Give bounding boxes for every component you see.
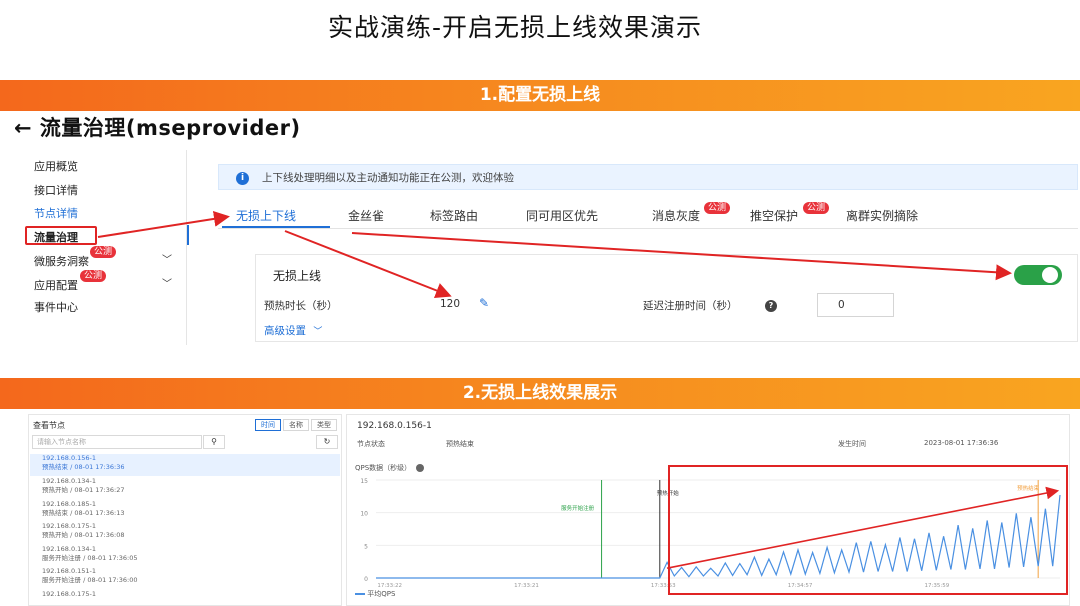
section2-banner: 2.无损上线效果展示 [0, 378, 1080, 409]
refresh-icon[interactable]: ↻ [316, 435, 338, 449]
list-item[interactable]: 192.168.0.185-1 预热结束 / 08-01 17:36:13 [30, 500, 340, 522]
list-item[interactable]: 192.168.0.151-1 服务开始注册 / 08-01 17:36:00 [30, 567, 340, 589]
node-search-input[interactable]: 请输入节点名称 [32, 435, 202, 449]
list-item[interactable]: 192.168.0.156-1 预热结束 / 08-01 17:36:36 [30, 454, 340, 476]
time-key: 发生时间 [838, 440, 866, 448]
arrow-to-tab [97, 210, 230, 238]
list-item[interactable]: 192.168.0.175-1 预热开始 / 08-01 17:36:08 [30, 522, 340, 544]
list-item[interactable]: 192.168.0.175-1 [30, 590, 340, 604]
y-tick-label: 0 [364, 576, 368, 583]
list-item[interactable]: 192.168.0.134-1 预热开始 / 08-01 17:36:27 [30, 477, 340, 499]
search-icon[interactable]: ⚲ [203, 435, 225, 449]
status-key: 节点状态 [357, 440, 385, 448]
segment-type[interactable]: 类型 [311, 419, 337, 431]
legend-swatch [355, 593, 365, 595]
legend-label: 平均QPS [367, 590, 396, 598]
marker-label: 服务开始注册 [561, 504, 595, 512]
annotation-arrows [97, 210, 1012, 299]
time-value: 2023-08-01 17:36:36 [924, 439, 999, 447]
x-tick-label: 17:33:21 [514, 583, 539, 589]
y-tick-label: 5 [364, 543, 368, 550]
y-tick-label: 10 [360, 511, 368, 518]
detail-node-title: 192.168.0.156-1 [357, 421, 432, 431]
highlight-box-qps [668, 465, 1068, 595]
chart-legend: 平均QPS [355, 589, 395, 599]
y-tick-label: 15 [360, 478, 368, 485]
segment-time[interactable]: 时间 [255, 419, 281, 431]
status-value: 预热结束 [446, 440, 474, 448]
node-panel-title: 查看节点 [33, 421, 65, 430]
segment-name[interactable]: 名称 [283, 419, 309, 431]
arrow-to-toggle [351, 232, 1012, 281]
list-item[interactable]: 192.168.0.134-1 服务开始注册 / 08-01 17:36:05 [30, 545, 340, 567]
arrow-to-warmup [284, 230, 452, 299]
